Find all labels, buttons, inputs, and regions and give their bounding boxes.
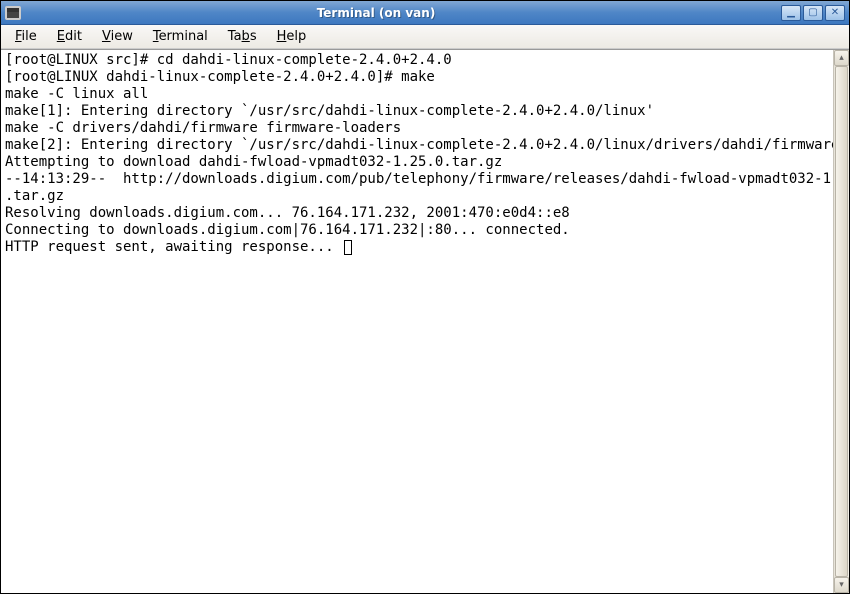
- terminal-line: .tar.gz: [5, 188, 829, 205]
- chevron-down-icon: ▾: [839, 580, 844, 590]
- chevron-up-icon: ▴: [839, 53, 844, 63]
- terminal-cursor: [344, 240, 352, 255]
- content-area: [root@LINUX src]# cd dahdi-linux-complet…: [1, 49, 849, 593]
- terminal-line: make[2]: Entering directory `/usr/src/da…: [5, 137, 829, 154]
- terminal-output[interactable]: [root@LINUX src]# cd dahdi-linux-complet…: [1, 50, 833, 593]
- titlebar[interactable]: Terminal (on van) ▁ ▢ ✕: [1, 1, 849, 25]
- menu-edit[interactable]: Edit: [49, 27, 90, 46]
- terminal-window: Terminal (on van) ▁ ▢ ✕ File Edit View T…: [0, 0, 850, 594]
- menu-tabs[interactable]: Tabs: [220, 27, 265, 46]
- menu-help[interactable]: Help: [269, 27, 315, 46]
- window-controls: ▁ ▢ ✕: [781, 5, 845, 21]
- terminal-line: Connecting to downloads.digium.com|76.16…: [5, 222, 829, 239]
- terminal-line: --14:13:29-- http://downloads.digium.com…: [5, 171, 829, 188]
- menu-view[interactable]: View: [94, 27, 141, 46]
- scroll-thumb[interactable]: [835, 66, 848, 577]
- terminal-line: HTTP request sent, awaiting response...: [5, 239, 829, 256]
- terminal-line: Resolving downloads.digium.com... 76.164…: [5, 205, 829, 222]
- close-icon: ✕: [831, 7, 839, 18]
- window-title: Terminal (on van): [0, 6, 781, 20]
- terminal-line: make[1]: Entering directory `/usr/src/da…: [5, 103, 829, 120]
- minimize-icon: ▁: [787, 7, 795, 18]
- menubar: File Edit View Terminal Tabs Help: [1, 25, 849, 49]
- maximize-icon: ▢: [808, 7, 817, 18]
- terminal-line: [root@LINUX dahdi-linux-complete-2.4.0+2…: [5, 69, 829, 86]
- scroll-up-button[interactable]: ▴: [834, 50, 849, 66]
- menu-terminal[interactable]: Terminal: [145, 27, 216, 46]
- maximize-button[interactable]: ▢: [803, 5, 823, 21]
- terminal-line: Attempting to download dahdi-fwload-vpma…: [5, 154, 829, 171]
- scrollbar[interactable]: ▴ ▾: [833, 50, 849, 593]
- terminal-line: make -C drivers/dahdi/firmware firmware-…: [5, 120, 829, 137]
- close-button[interactable]: ✕: [825, 5, 845, 21]
- scroll-track[interactable]: [834, 66, 849, 577]
- scroll-down-button[interactable]: ▾: [834, 577, 849, 593]
- menu-file[interactable]: File: [7, 27, 45, 46]
- terminal-line: make -C linux all: [5, 86, 829, 103]
- minimize-button[interactable]: ▁: [781, 5, 801, 21]
- terminal-line: [root@LINUX src]# cd dahdi-linux-complet…: [5, 52, 829, 69]
